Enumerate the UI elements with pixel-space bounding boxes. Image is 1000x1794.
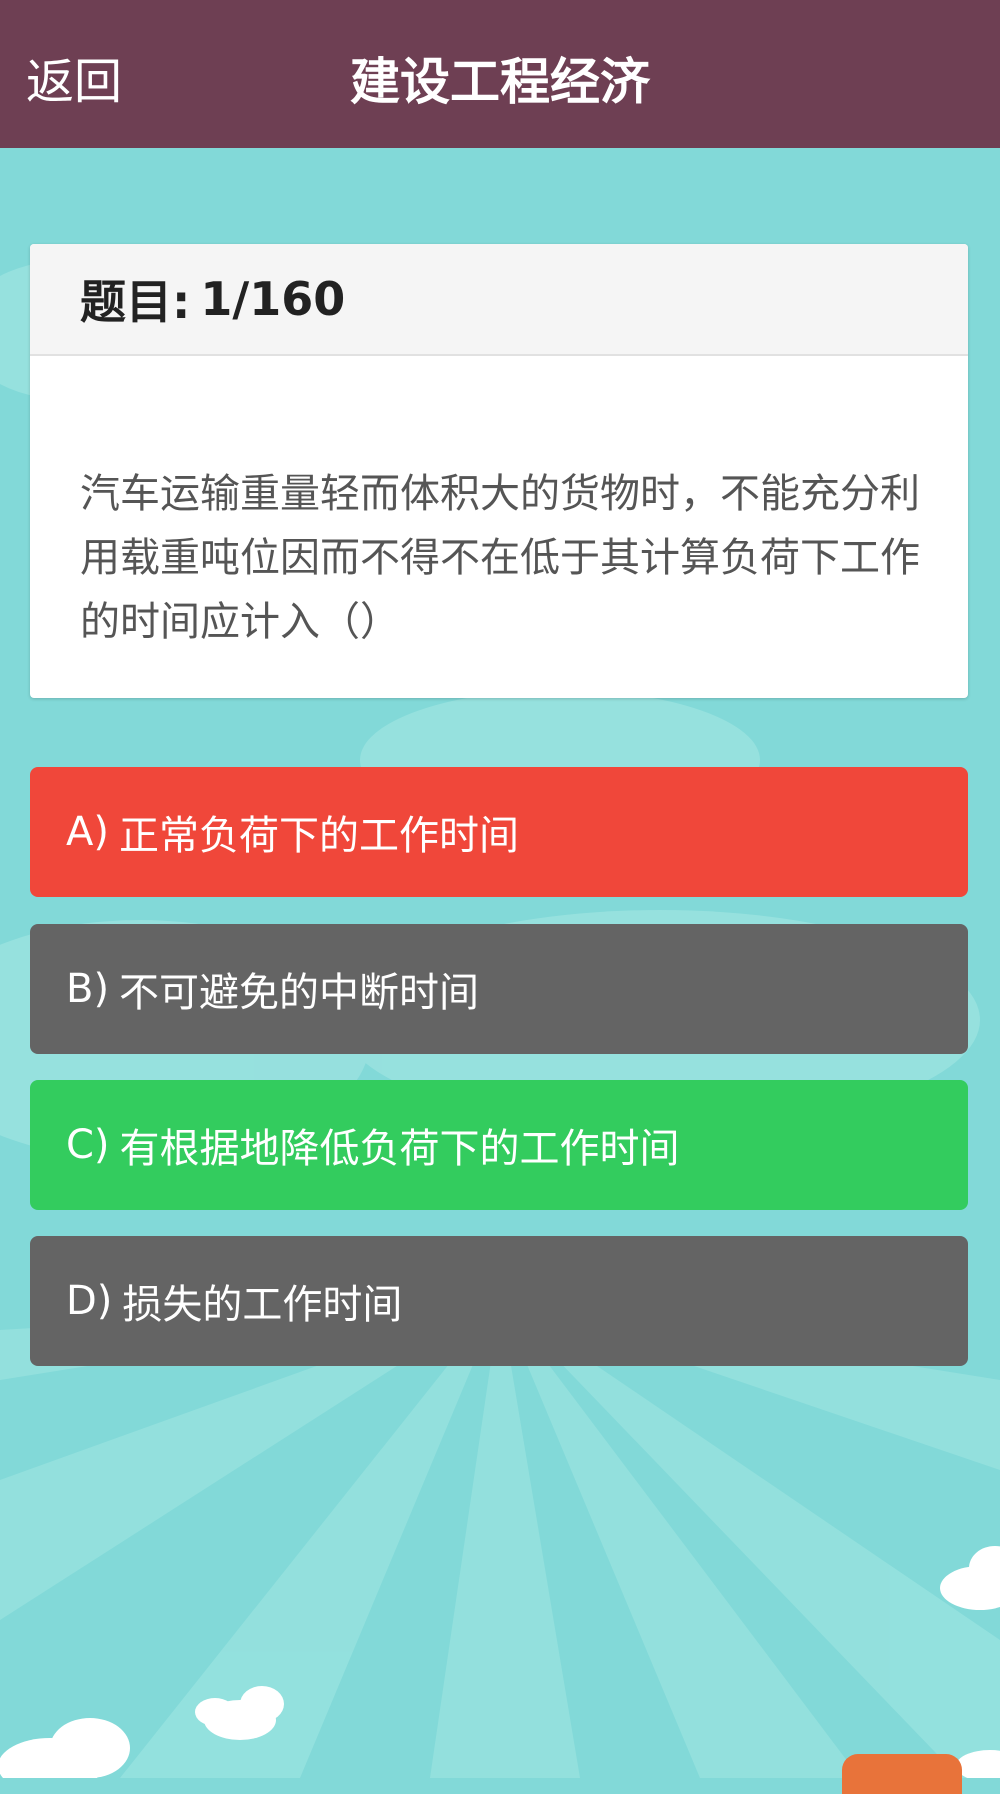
answer-option-d[interactable]: D) 损失的工作时间: [30, 1236, 968, 1366]
question-counter-label: 题目:: [80, 275, 191, 329]
answer-option-c[interactable]: C) 有根据地降低负荷下的工作时间: [30, 1080, 968, 1210]
option-letter: B): [66, 966, 110, 1012]
floating-action-tab[interactable]: [842, 1754, 962, 1794]
answer-option-b[interactable]: B) 不可避免的中断时间: [30, 924, 968, 1054]
question-text: 汽车运输重量轻而体积大的货物时，不能充分利用载重吨位因而不得不在低于其计算负荷下…: [80, 471, 920, 645]
option-text: 不可避免的中断时间: [119, 970, 480, 1016]
question-card: 题目: 1/160 汽车运输重量轻而体积大的货物时，不能充分利用载重吨位因而不得…: [30, 244, 968, 698]
option-text: 损失的工作时间: [122, 1282, 403, 1328]
option-letter: C): [66, 1122, 110, 1168]
answer-option-a[interactable]: A) 正常负荷下的工作时间: [30, 767, 968, 897]
option-text: 有根据地降低负荷下的工作时间: [119, 1126, 680, 1172]
option-text: 正常负荷下的工作时间: [118, 813, 519, 859]
question-counter-value: 1/160: [200, 272, 346, 326]
option-letter: A): [66, 809, 109, 855]
page-title: 建设工程经济: [350, 53, 650, 111]
question-counter: 题目: 1/160: [30, 244, 968, 356]
app-header: 返回 建设工程经济: [0, 0, 1000, 148]
option-letter: D): [66, 1278, 113, 1324]
